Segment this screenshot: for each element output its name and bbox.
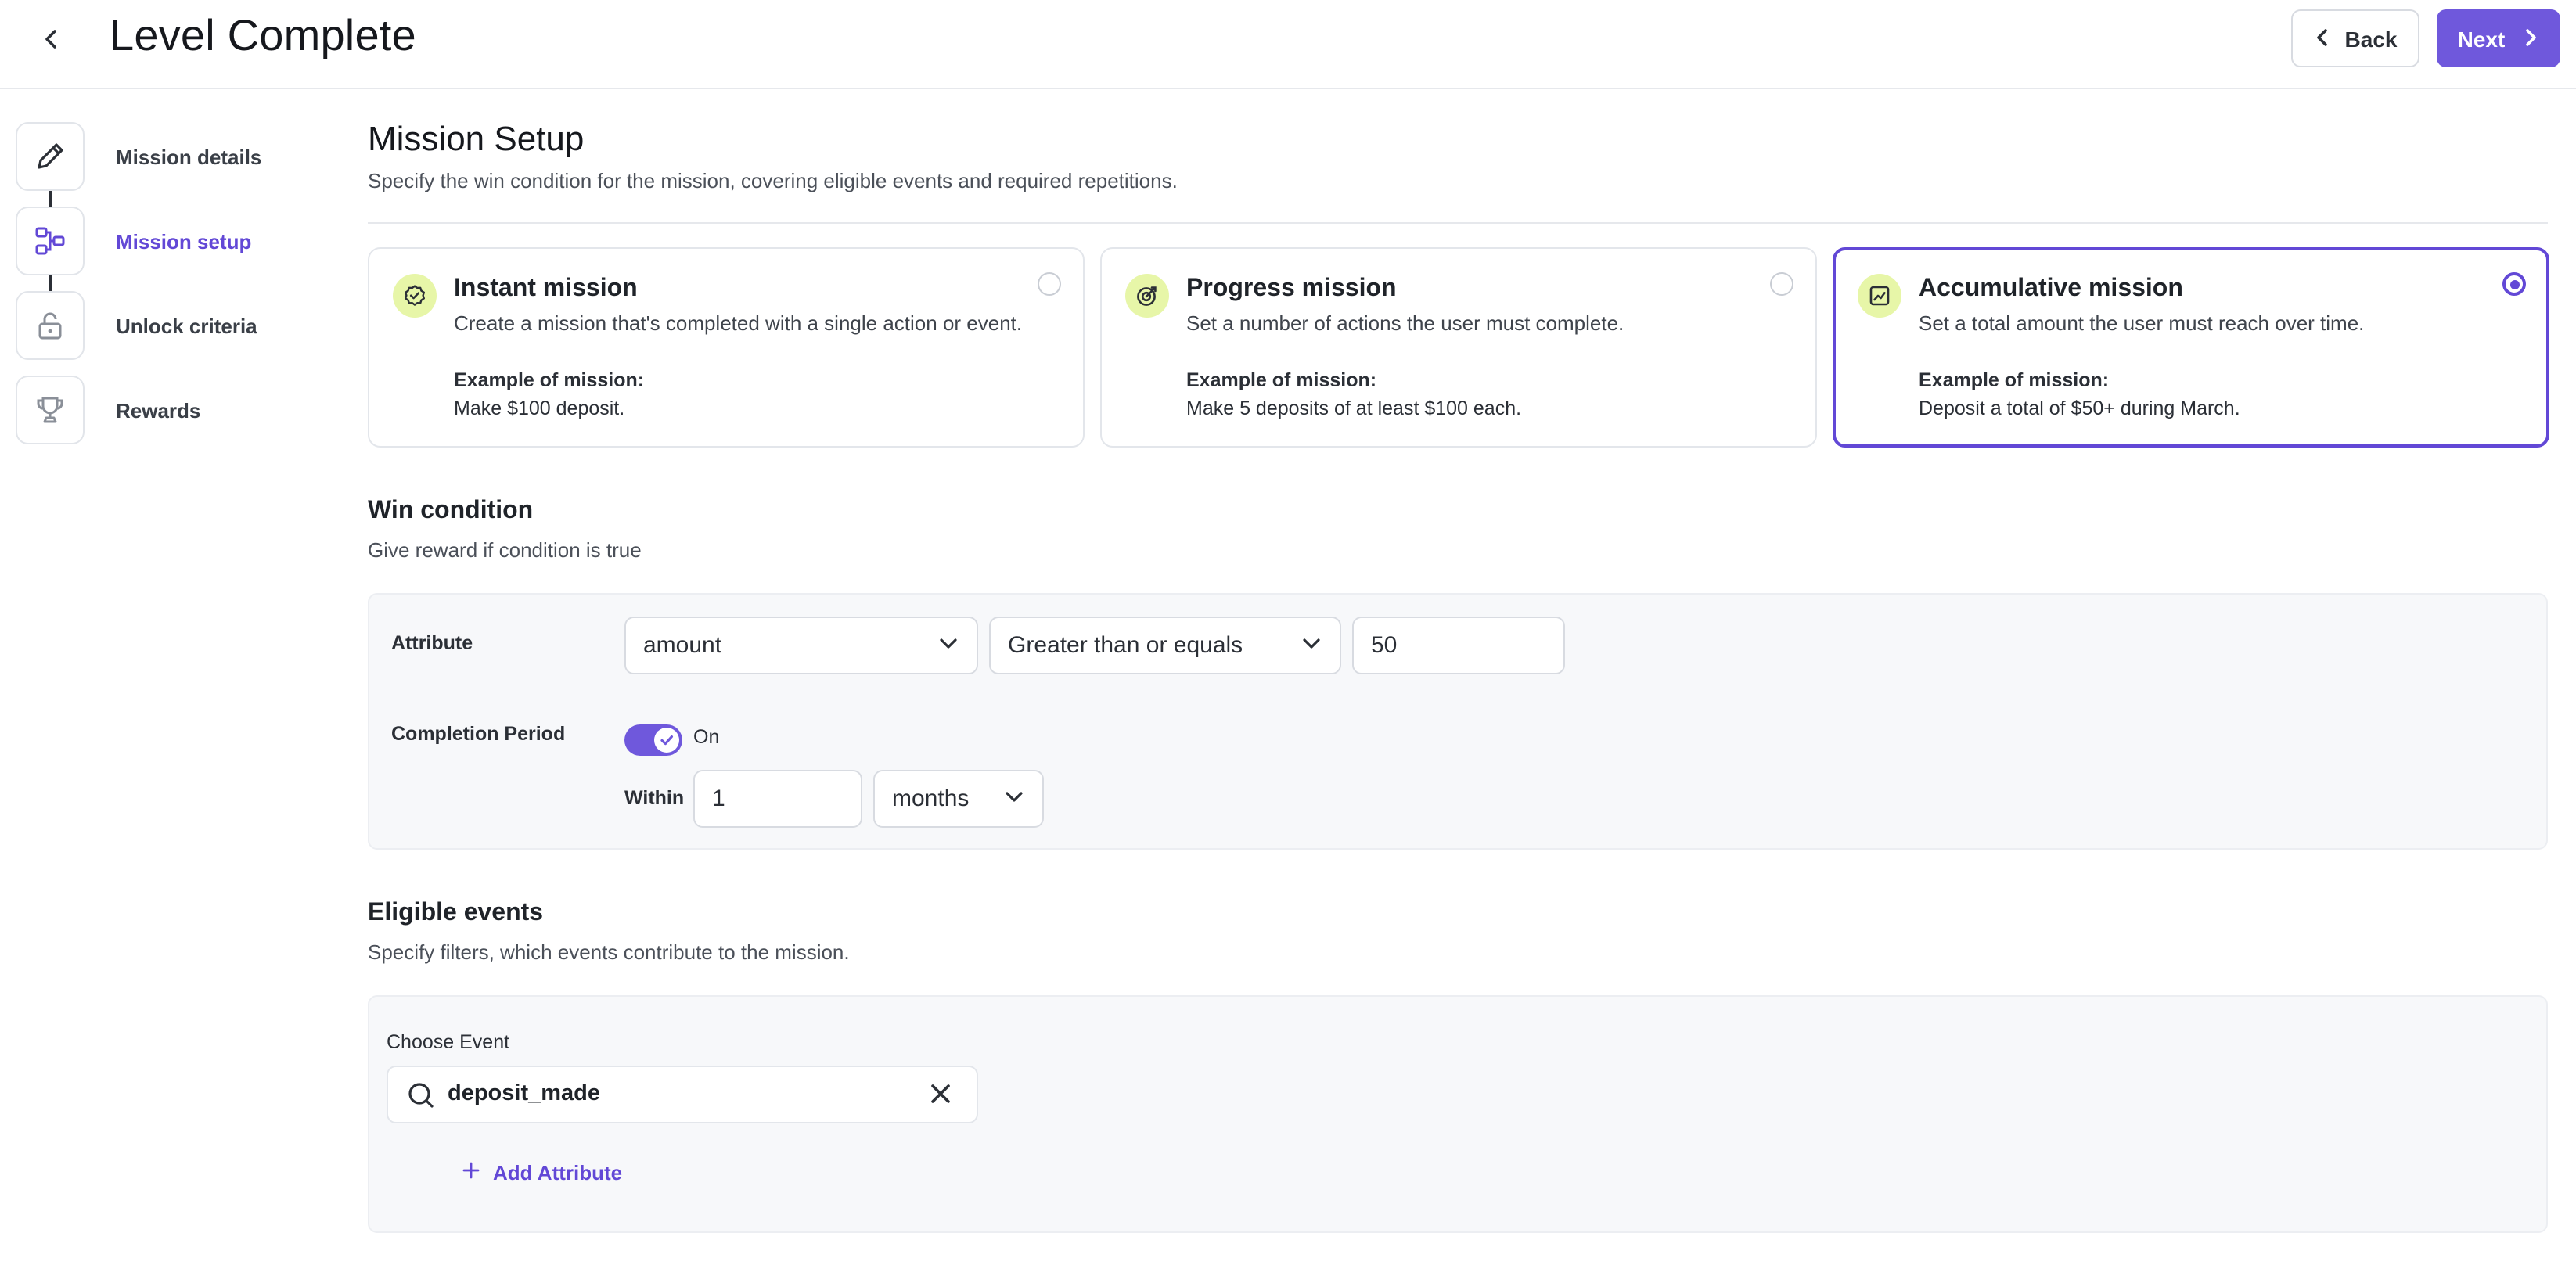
within-unit-select[interactable]: months [873, 770, 1044, 828]
attribute-select-value: amount [643, 632, 722, 659]
chevron-right-icon [2520, 26, 2539, 51]
close-icon[interactable] [930, 1083, 952, 1113]
mission-type-title: Instant mission [454, 275, 638, 302]
step-mission-setup[interactable]: Mission setup [16, 207, 251, 275]
back-button-label: Back [2344, 26, 2398, 51]
step-label: Unlock criteria [116, 314, 257, 337]
mission-type-description: Set a number of actions the user must co… [1186, 311, 1624, 335]
event-search-value: deposit_made [448, 1081, 600, 1106]
back-button[interactable]: Back [2291, 9, 2419, 67]
within-label: Within [624, 787, 685, 809]
check-circle-icon [393, 274, 437, 318]
toggle-state-label: On [693, 726, 720, 748]
search-icon [407, 1081, 435, 1117]
attribute-label: Attribute [391, 632, 473, 654]
choose-event-label: Choose Event [387, 1031, 510, 1053]
mission-type-radio[interactable] [1770, 272, 1793, 296]
mission-example-label: Example of mission: [454, 369, 645, 391]
chevron-down-icon [1301, 631, 1322, 660]
step-connector [49, 275, 52, 293]
lock-icon [16, 291, 85, 360]
plus-icon [462, 1161, 480, 1185]
mission-type-title: Progress mission [1186, 275, 1397, 302]
mission-example: Make 5 deposits of at least $100 each. [1186, 397, 1522, 419]
add-attribute-button[interactable]: Add Attribute [462, 1161, 622, 1185]
win-condition-subtitle: Give reward if condition is true [368, 538, 642, 562]
event-search-input[interactable]: deposit_made [387, 1066, 978, 1123]
mission-example-label: Example of mission: [1919, 369, 2110, 391]
mission-type-title: Accumulative mission [1919, 275, 2183, 302]
mission-type-progress[interactable]: Progress mission Set a number of actions… [1100, 247, 1817, 448]
mission-example: Deposit a total of $50+ during March. [1919, 397, 2240, 419]
mission-example: Make $100 deposit. [454, 397, 625, 419]
within-input[interactable]: 1 [693, 770, 862, 828]
chevron-down-icon [1003, 785, 1025, 813]
mission-type-accumulative[interactable]: Accumulative mission Set a total amount … [1833, 247, 2549, 448]
app-root: Level Complete Back Next Mission details… [0, 0, 2576, 1269]
operator-select-value: Greater than or equals [1008, 632, 1243, 659]
check-icon [654, 728, 679, 753]
mission-type-description: Create a mission that's completed with a… [454, 311, 1023, 335]
operator-select[interactable]: Greater than or equals [989, 617, 1341, 674]
top-header: Level Complete Back Next [0, 0, 2576, 89]
mission-type-radio-selected[interactable] [2502, 272, 2526, 296]
mission-example-label: Example of mission: [1186, 369, 1377, 391]
mission-type-instant[interactable]: Instant mission Create a mission that's … [368, 247, 1085, 448]
pencil-icon [16, 122, 85, 191]
next-button[interactable]: Next [2437, 9, 2560, 67]
within-unit-value: months [892, 785, 970, 812]
step-mission-details[interactable]: Mission details [16, 122, 261, 191]
attribute-select[interactable]: amount [624, 617, 978, 674]
chart-icon [1858, 274, 1901, 318]
eligible-events-subtitle: Specify filters, which events contribute… [368, 940, 850, 964]
step-label: Rewards [116, 398, 201, 422]
threshold-input[interactable]: 50 [1352, 617, 1565, 674]
section-divider [368, 222, 2548, 224]
back-arrow-icon[interactable] [34, 22, 69, 56]
step-label: Mission setup [116, 229, 252, 253]
trophy-icon [16, 376, 85, 444]
mission-type-description: Set a total amount the user must reach o… [1919, 311, 2365, 335]
step-label: Mission details [116, 145, 262, 168]
completion-period-label: Completion Period [391, 723, 566, 745]
step-connector [49, 191, 52, 208]
chevron-left-icon [2314, 26, 2333, 51]
page-title: Level Complete [110, 11, 416, 59]
eligible-events-title: Eligible events [368, 900, 544, 926]
next-button-label: Next [2457, 26, 2506, 51]
flow-icon [16, 207, 85, 275]
add-attribute-label: Add Attribute [493, 1161, 623, 1185]
chevron-down-icon [937, 631, 959, 660]
win-condition-title: Win condition [368, 498, 534, 524]
target-icon [1125, 274, 1169, 318]
completion-period-toggle[interactable] [624, 724, 682, 756]
mission-type-radio[interactable] [1038, 272, 1061, 296]
section-title: Mission Setup [368, 119, 585, 158]
step-unlock-criteria[interactable]: Unlock criteria [16, 291, 257, 360]
step-rewards[interactable]: Rewards [16, 376, 200, 444]
section-subtitle: Specify the win condition for the missio… [368, 169, 1178, 192]
